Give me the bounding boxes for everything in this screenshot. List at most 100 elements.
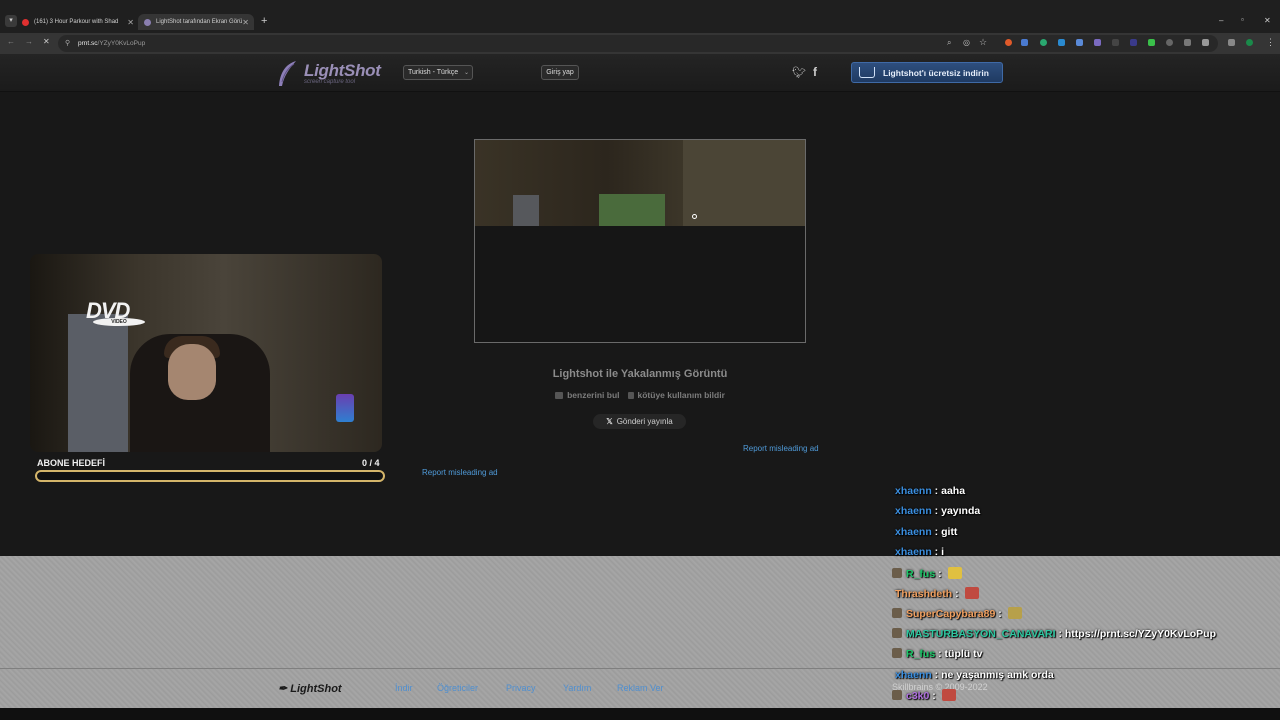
- browser-tab-bar: ▾ (161) 3 Hour Parkour with Shad ✕ Light…: [0, 0, 1280, 33]
- back-arrow-icon[interactable]: ←: [7, 37, 15, 46]
- find-similar-link[interactable]: benzerini bul: [555, 390, 620, 400]
- download-cloud-icon: [859, 67, 875, 78]
- stop-loading-icon[interactable]: ✕: [43, 37, 50, 46]
- puzzle-icon[interactable]: [1202, 39, 1209, 46]
- chat-separator: :: [995, 608, 1005, 621]
- chat-text: https://prnt.sc/YZyY0KvLoPup: [1064, 627, 1216, 640]
- chat-username: xhaenn: [895, 668, 932, 681]
- chat-username: MASTURBASYON_CANAVARI: [906, 627, 1056, 640]
- footer-link-tutorials[interactable]: Öğreticiler: [437, 683, 478, 693]
- chat-separator: :: [931, 546, 942, 559]
- image-caption: Lightshot ile Yakalanmış Görüntü: [552, 368, 728, 380]
- footer-link-privacy[interactable]: Privacy: [506, 683, 536, 693]
- x-logo-icon: 𝕏: [606, 417, 613, 426]
- chat-badge-icon: [892, 627, 902, 638]
- extension-icon[interactable]: [1130, 39, 1137, 46]
- subscriber-goal-count: 0 / 4: [362, 458, 380, 468]
- bookmark-star-icon[interactable]: ☆: [979, 37, 987, 48]
- facebook-icon[interactable]: f: [813, 65, 817, 79]
- image-region: [513, 195, 539, 226]
- site-header: [0, 54, 1280, 92]
- chat-message: xhaenn : i: [895, 546, 944, 558]
- chat-text: ne yaşanmış amk orda: [941, 668, 1054, 681]
- rgb-lamp: [336, 394, 354, 422]
- extension-icon[interactable]: [1184, 39, 1191, 46]
- tab-title: (161) 3 Hour Parkour with Shad: [34, 19, 119, 25]
- chat-text: i: [941, 546, 945, 559]
- feather-logo-icon: [279, 61, 296, 86]
- chat-message: R_fus :: [892, 566, 962, 580]
- forward-arrow-icon[interactable]: →: [25, 37, 33, 46]
- download-button[interactable]: Lightshot'ı ücretsiz indirin: [851, 62, 1003, 83]
- chat-message: xhaenn : gitt: [895, 526, 957, 538]
- chat-separator: :: [1055, 627, 1065, 640]
- chat-username: c3k0: [906, 690, 930, 702]
- footer-logo[interactable]: ✒ LightShot: [278, 682, 342, 695]
- extension-icon[interactable]: [1148, 39, 1155, 46]
- post-label: Gönderi yayınla: [616, 417, 673, 426]
- lightshot-favicon-icon: [144, 18, 151, 26]
- footer-link-help[interactable]: Yardım: [563, 683, 591, 693]
- chat-username: Thrashdeth: [895, 588, 953, 600]
- new-tab-button[interactable]: +: [261, 15, 267, 27]
- chat-separator: :: [935, 567, 945, 580]
- chat-separator: :: [931, 485, 942, 497]
- language-select[interactable]: Turkish - Türkçe ⌄: [403, 65, 473, 80]
- chat-username: xhaenn: [895, 505, 932, 518]
- login-button[interactable]: Giriş yap: [541, 65, 579, 80]
- footer-divider: [0, 668, 1280, 669]
- webcam-overlay: [30, 254, 382, 452]
- eye-off-icon[interactable]: ◎: [963, 38, 970, 47]
- report-abuse-link[interactable]: kötüye kullanım bildir: [627, 390, 725, 400]
- footer-link-download[interactable]: İndir: [395, 683, 413, 693]
- zoom-icon[interactable]: ⌕: [947, 38, 951, 48]
- camera-icon: [555, 392, 564, 399]
- chat-text: gitt: [941, 525, 958, 538]
- site-logo[interactable]: LightShot: [304, 61, 381, 81]
- extension-icon[interactable]: [1058, 39, 1065, 46]
- minimize-button[interactable]: –: [1219, 16, 1223, 25]
- extension-icon[interactable]: [1005, 39, 1012, 46]
- close-window-button[interactable]: ✕: [1264, 16, 1271, 25]
- chat-separator: :: [935, 648, 945, 661]
- site-info-icon[interactable]: ⚲: [65, 39, 70, 47]
- footer-link-advertise[interactable]: Reklam Ver: [617, 683, 664, 693]
- background-door: [68, 314, 128, 452]
- profile-icon[interactable]: [1246, 39, 1253, 46]
- extension-icon[interactable]: [1166, 39, 1173, 46]
- extension-icon[interactable]: [1076, 39, 1083, 46]
- post-on-x-button[interactable]: 𝕏 Gönderi yayınla: [593, 414, 686, 429]
- extension-icon[interactable]: [1040, 39, 1047, 46]
- chat-message: xhaenn : ne yaşanmış amk orda: [895, 669, 1054, 681]
- extension-icon[interactable]: [1112, 39, 1119, 46]
- chat-message: Thrashdeth :: [895, 587, 979, 600]
- close-tab-icon[interactable]: ✕: [127, 18, 134, 27]
- restore-button[interactable]: ▫: [1241, 15, 1244, 24]
- twitter-icon[interactable]: 🐦︎: [792, 66, 806, 79]
- chat-username: xhaenn: [895, 485, 932, 497]
- chat-message: c3k0 :: [892, 689, 956, 702]
- chat-message: xhaenn : yayında: [895, 505, 980, 517]
- report-misleading-ad-link[interactable]: Report misleading ad: [743, 444, 819, 453]
- chat-message: MASTURBASYON_CANAVARI : https://prnt.sc/…: [892, 627, 1216, 640]
- subscriber-goal-progress: [35, 470, 385, 482]
- site-logo-tagline: screen capture tool: [304, 79, 356, 85]
- tab-list-chevron-icon[interactable]: ▾: [5, 15, 17, 27]
- dvd-video-label: VIDEO: [93, 318, 145, 326]
- menu-kebab-icon[interactable]: ⋮: [1266, 37, 1275, 48]
- chat-username: SuperCapybara89: [906, 608, 996, 621]
- download-label: Lightshot'ı ücretsiz indirin: [883, 67, 989, 78]
- chat-username: R_fus: [906, 567, 936, 580]
- extension-icon[interactable]: [1021, 39, 1028, 46]
- image-region: [599, 194, 665, 226]
- screenshot-image[interactable]: [475, 140, 805, 226]
- chat-separator: :: [931, 668, 942, 681]
- report-misleading-ad-link[interactable]: Report misleading ad: [422, 468, 498, 477]
- close-tab-icon[interactable]: ✕: [242, 18, 249, 27]
- tab-youtube[interactable]: (161) 3 Hour Parkour with Shad ✕: [22, 14, 134, 30]
- chat-username: R_fus: [906, 648, 936, 661]
- chat-text: yayında: [941, 505, 981, 518]
- extension-icon[interactable]: [1228, 39, 1235, 46]
- tab-lightshot[interactable]: LightShot tarafından Ekran Görü ✕: [138, 14, 254, 30]
- extension-icon[interactable]: [1094, 39, 1101, 46]
